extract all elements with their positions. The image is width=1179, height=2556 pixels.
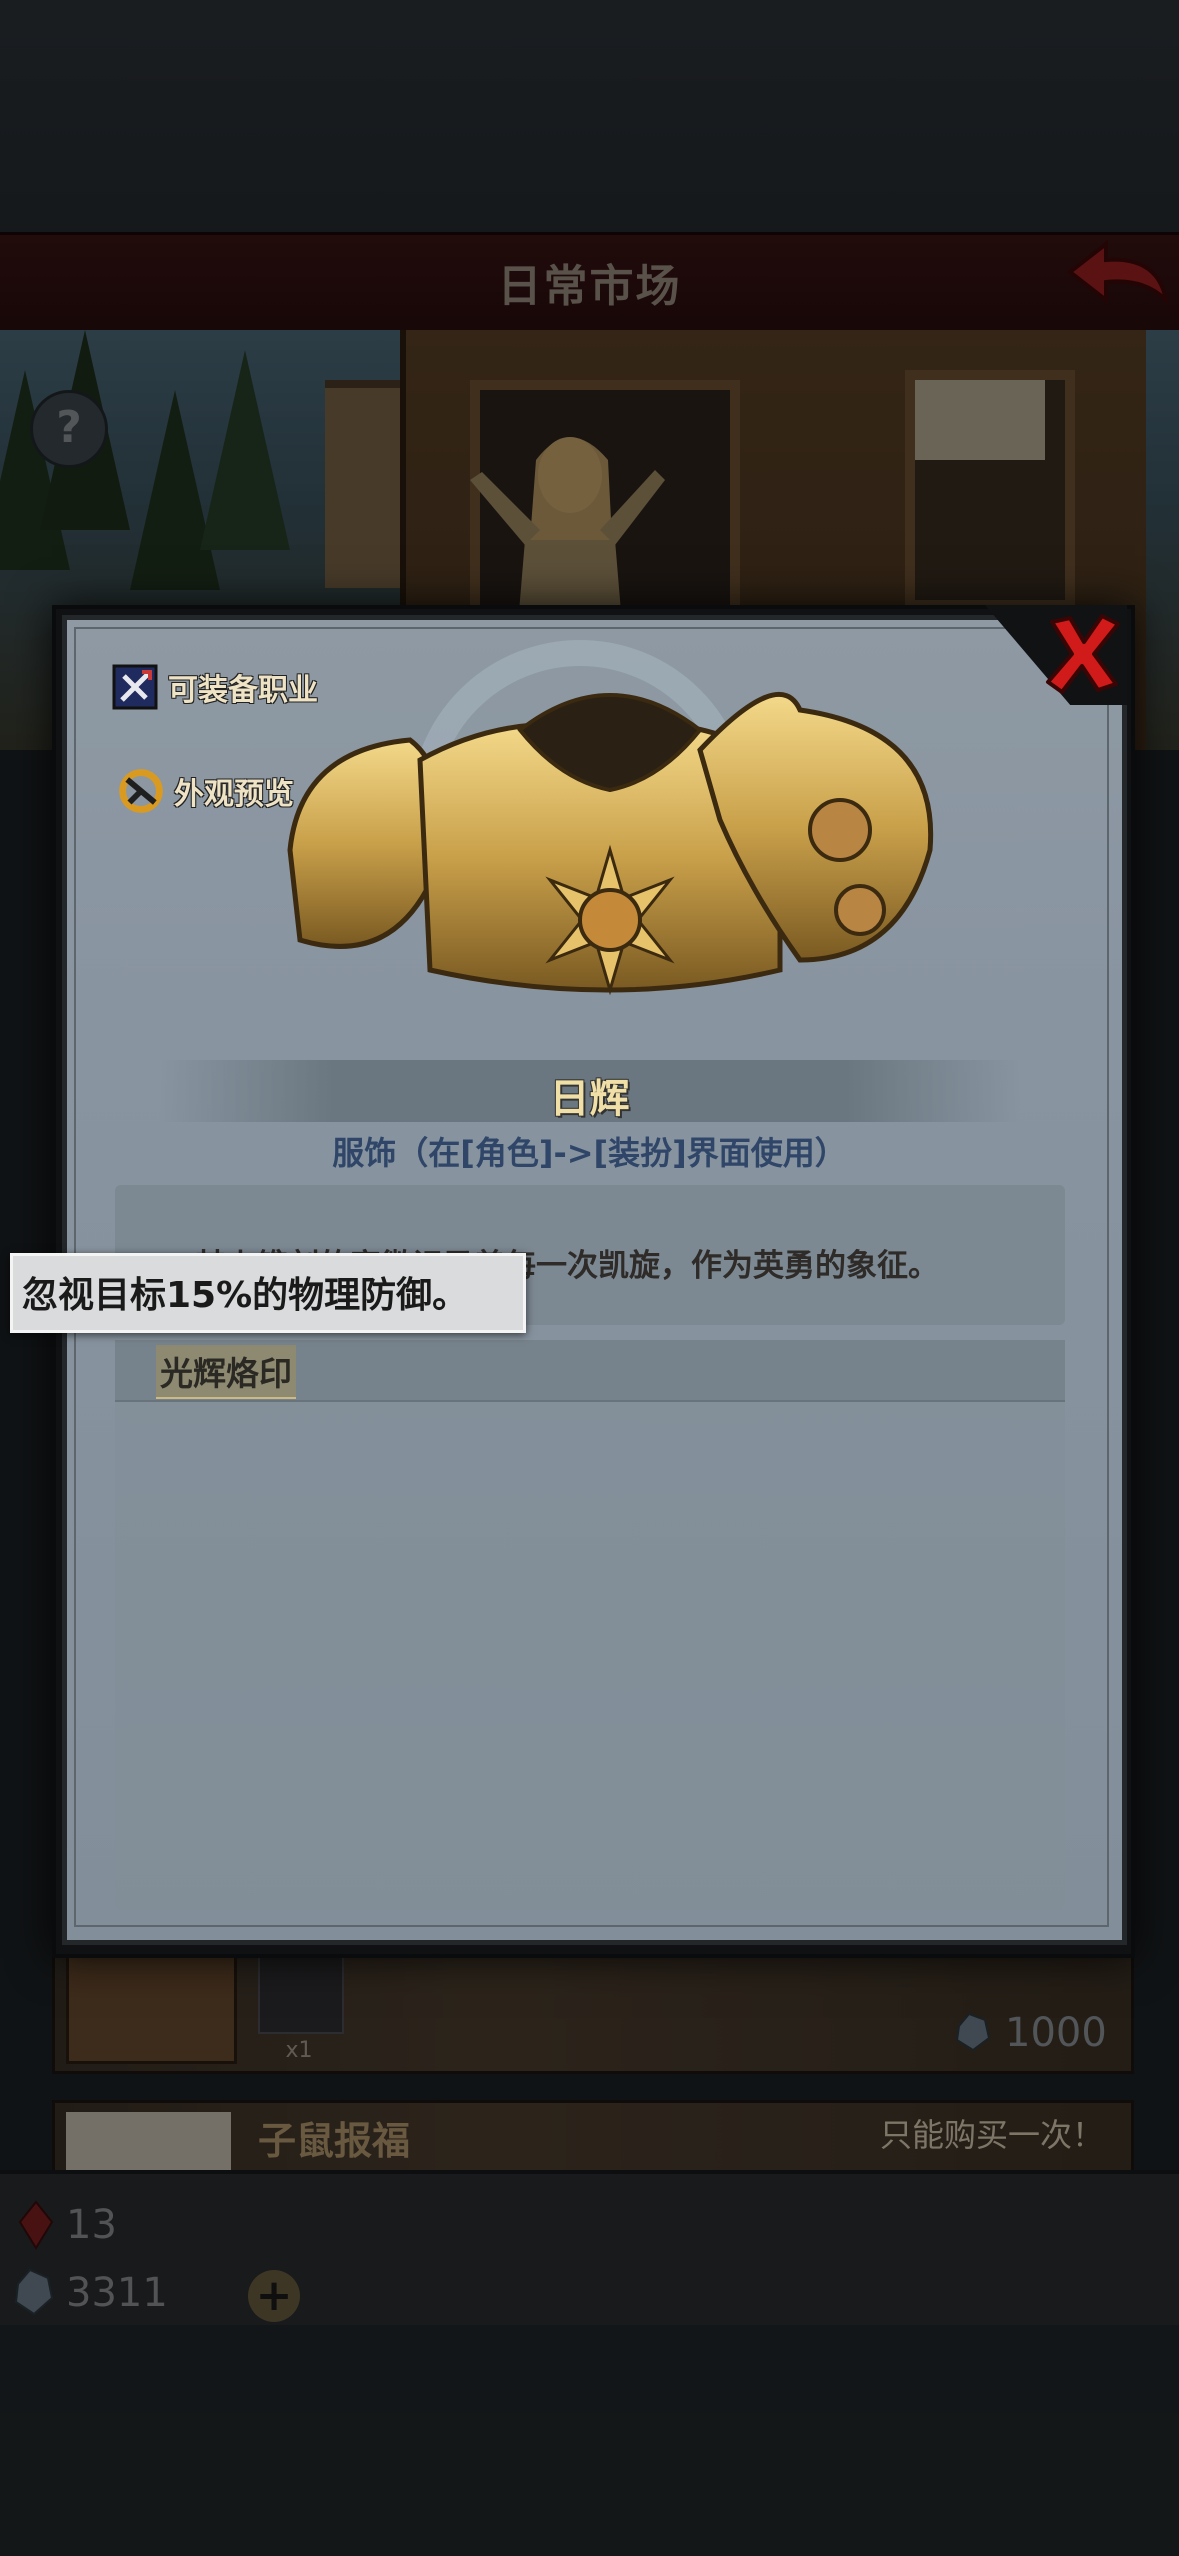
appearance-preview-label: 外观预览 [174, 777, 294, 812]
close-button[interactable] [1040, 608, 1125, 698]
tooltip-text: 忽视目标15%的物理防御。 [22, 1275, 469, 1316]
appearance-preview-link[interactable]: 外观预览 [118, 768, 294, 814]
tab-effect[interactable]: 光辉烙印 [156, 1345, 296, 1399]
item-subtitle: 服饰（在[角色]->[装扮]界面使用） [332, 1134, 847, 1172]
armor-image [287, 692, 934, 996]
equip-classes-icon [112, 664, 158, 710]
item-name: 日辉 [549, 1076, 630, 1122]
appearance-icon [119, 769, 163, 813]
close-icon [1046, 614, 1120, 694]
effect-panel [115, 1340, 1065, 1910]
